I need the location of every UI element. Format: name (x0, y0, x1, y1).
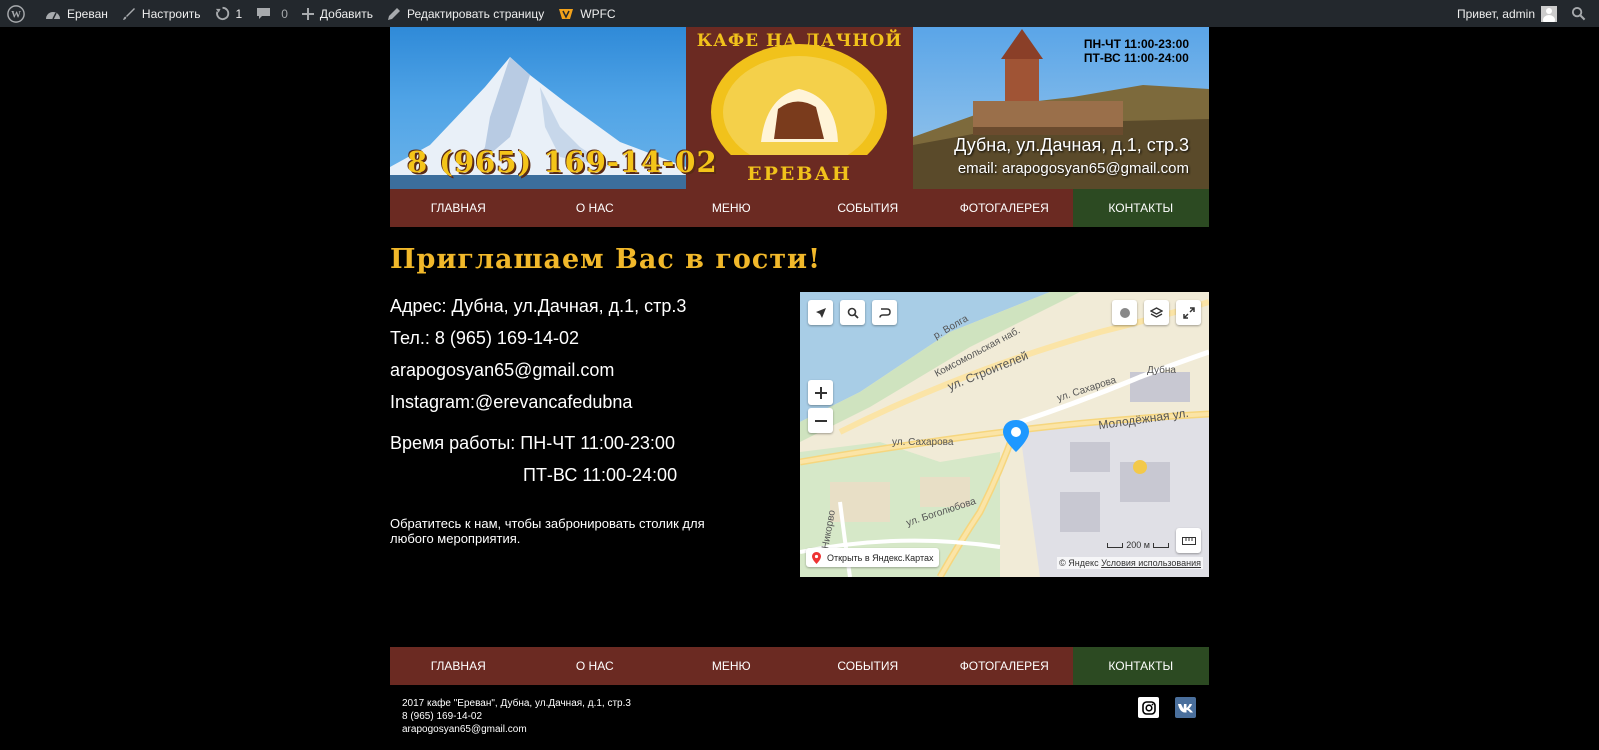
emblem-name: ЕРЕВАН (747, 163, 852, 185)
search-icon[interactable] (1564, 0, 1599, 27)
geolocation-button[interactable] (808, 300, 833, 325)
search-icon (847, 307, 859, 319)
scale-bar-right (1153, 542, 1169, 548)
header-address: Дубна, ул.Дачная, д.1, стр.3 (954, 135, 1189, 155)
scale-label: 200 м (1126, 540, 1150, 550)
header-phone: 8 (965) 169-14-02 (407, 145, 718, 179)
greeting-label: Привет, admin (1456, 6, 1535, 21)
minus-icon (814, 419, 827, 422)
contact-address: Адрес: Дубна, ул.Дачная, д.1, стр.3 (390, 296, 687, 316)
admin-bar: W Ереван Настроить 1 0 Добавить Редактир… (0, 0, 1599, 27)
footer-phone: 8 (965) 169-14-02 (402, 711, 483, 722)
working-hours-weekend: ПТ-ВС 11:00-24:00 (523, 465, 678, 485)
header-email: email: arapogosyan65@gmail.com (957, 160, 1189, 177)
footer-nav-item-menu[interactable]: МЕНЮ (663, 647, 800, 685)
pencil-icon (387, 7, 400, 20)
nav-item-contacts[interactable]: КОНТАКТЫ (1072, 189, 1209, 227)
hours-weekend: ПТ-ВС 11:00-24:00 (1083, 51, 1189, 65)
footer-info: 2017 кафе "Ереван", Дубна, ул.Дачная, д.… (402, 697, 631, 736)
traffic-icon (1119, 307, 1130, 318)
expand-icon (1182, 306, 1195, 319)
map-label-dubna: Дубна (1147, 365, 1176, 376)
footer-nav-item-events[interactable]: СОБЫТИЯ (800, 647, 937, 685)
edit-page-label: Редактировать страницу (406, 6, 545, 21)
my-account-link[interactable]: Привет, admin (1450, 0, 1564, 27)
footer-nav-item-contacts[interactable]: КОНТАКТЫ (1072, 647, 1209, 685)
map-label-sakharova-left: ул. Сахарова (892, 437, 954, 448)
updates-link[interactable]: 1 (208, 0, 250, 27)
ruler-button[interactable] (1176, 528, 1201, 553)
comments-link[interactable]: 0 (249, 0, 295, 27)
zoom-out-button[interactable] (808, 408, 833, 433)
scale-bar-left (1107, 542, 1124, 548)
working-hours-weekdays: Время работы: ПН-ЧТ 11:00-23:00 (390, 433, 675, 453)
updates-icon (215, 6, 229, 21)
route-icon (878, 307, 891, 318)
emblem-title: КАФЕ НА ДАЧНОЙ (696, 31, 903, 51)
updates-count: 1 (235, 6, 243, 21)
add-new-label: Добавить (319, 6, 373, 21)
map-search-button[interactable] (840, 300, 865, 325)
footer-nav: ГЛАВНАЯ О НАС МЕНЮ СОБЫТИЯ ФОТОГАЛЕРЕЯ К… (390, 647, 1209, 685)
contact-instagram[interactable]: Instagram:@erevancafedubna (390, 392, 632, 413)
plus-icon (301, 7, 314, 20)
add-new-link[interactable]: Добавить (295, 0, 380, 27)
instagram-icon[interactable] (1138, 697, 1159, 718)
brush-icon (122, 7, 135, 20)
open-in-yandex-maps-link[interactable]: Открыть в Яндекс.Картах (806, 548, 940, 567)
plus-icon (814, 386, 827, 399)
fullscreen-button[interactable] (1176, 300, 1201, 325)
wpfc-icon (559, 8, 574, 19)
route-button[interactable] (872, 300, 897, 325)
main-nav: ГЛАВНАЯ О НАС МЕНЮ СОБЫТИЯ ФОТОГАЛЕРЕЯ К… (390, 189, 1209, 227)
vk-icon[interactable] (1175, 697, 1196, 718)
footer-nav-item-gallery[interactable]: ФОТОГАЛЕРЕЯ (936, 647, 1073, 685)
comments-count: 0 (281, 6, 288, 21)
terms-of-use-link[interactable]: Условия использования (1101, 558, 1201, 568)
header-hours: ПН-ЧТ 11:00-23:00 ПТ-ВС 11:00-24:00 (1084, 37, 1189, 65)
footer-nav-item-home[interactable]: ГЛАВНАЯ (390, 647, 527, 685)
booking-note: Обратитесь к нам, чтобы забронировать ст… (390, 516, 705, 546)
page-title: Приглашаем Вас в гости! (390, 244, 821, 275)
wpfc-label: WPFC (580, 6, 616, 21)
edit-page-link[interactable]: Редактировать страницу (380, 0, 551, 27)
contact-phone: Тел.: 8 (965) 169-14-02 (390, 328, 579, 348)
open-link-label: Открыть в Яндекс.Картах (827, 552, 934, 563)
nav-item-menu[interactable]: МЕНЮ (663, 189, 800, 227)
dashboard-icon (46, 11, 60, 19)
zoom-in-button[interactable] (808, 380, 833, 405)
ruler-icon (1181, 536, 1196, 545)
map-marker-icon (812, 551, 821, 564)
nav-item-gallery[interactable]: ФОТОГАЛЕРЕЯ (936, 189, 1073, 227)
site-name-label: Ереван (67, 6, 108, 21)
site-name-link[interactable]: Ереван (38, 0, 115, 27)
layers-icon (1150, 306, 1163, 318)
svg-text:W: W (11, 9, 21, 20)
wordpress-logo-icon[interactable]: W (0, 0, 38, 27)
yandex-map[interactable]: р. Волга Комсомольская наб. ул. Строител… (800, 292, 1209, 577)
contact-email[interactable]: arapogosyan65@gmail.com (390, 360, 614, 381)
nav-item-home[interactable]: ГЛАВНАЯ (390, 189, 527, 227)
customize-link[interactable]: Настроить (115, 0, 208, 27)
nav-item-events[interactable]: СОБЫТИЯ (800, 189, 937, 227)
avatar (1541, 5, 1557, 22)
nav-item-about[interactable]: О НАС (527, 189, 664, 227)
social-links (1138, 697, 1196, 718)
footer-email[interactable]: arapogosyan65@gmail.com (402, 723, 631, 736)
layers-button[interactable] (1144, 300, 1169, 325)
location-arrow-icon (815, 307, 826, 318)
footer-copyright: 2017 кафе "Ереван", Дубна, ул.Дачная, д.… (402, 698, 631, 709)
traffic-button[interactable] (1112, 300, 1137, 325)
customize-label: Настроить (141, 6, 201, 21)
comment-icon (257, 7, 271, 19)
wpfc-link[interactable]: WPFC (551, 0, 622, 27)
map-scale: 200 м (1107, 540, 1169, 550)
footer-nav-item-about[interactable]: О НАС (527, 647, 664, 685)
copyright-label: © Яндекс (1059, 558, 1099, 568)
header-banner: КАФЕ НА ДАЧНОЙ ЕРЕВАН 8 (965) 169-14-02 … (390, 27, 1209, 189)
map-copyright: © Яндекс Условия использования (1057, 557, 1203, 569)
hours-weekdays: ПН-ЧТ 11:00-23:00 (1083, 37, 1189, 51)
